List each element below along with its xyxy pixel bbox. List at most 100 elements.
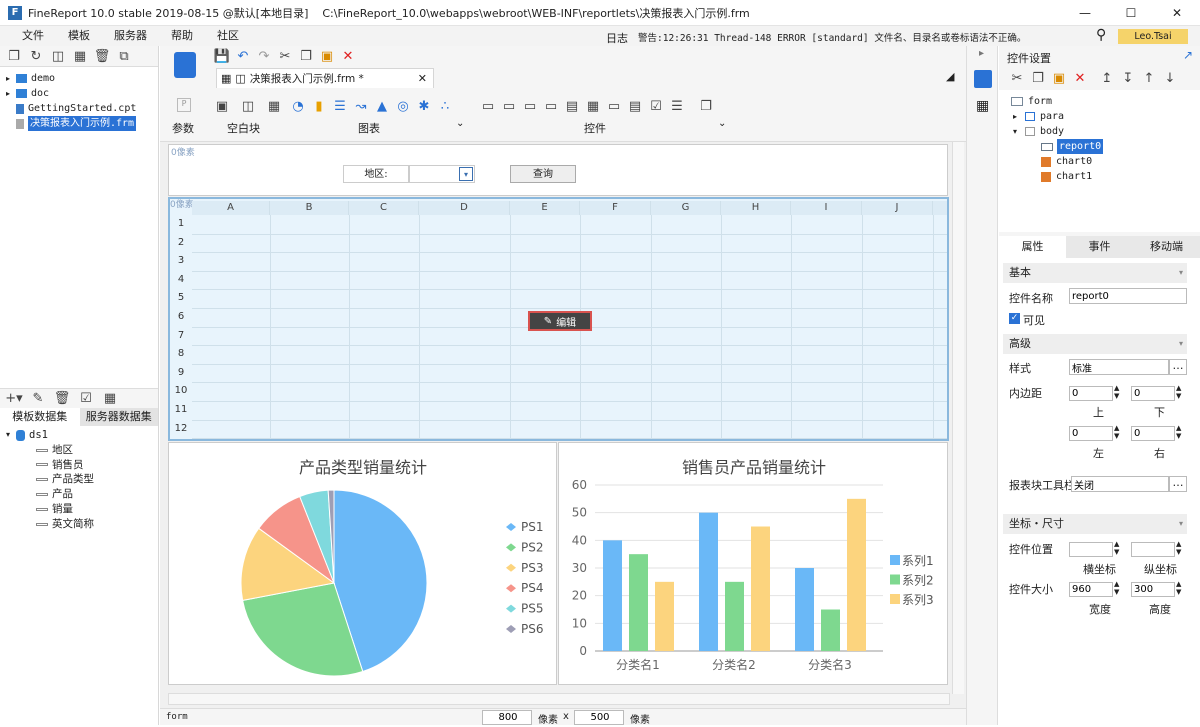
- height-field[interactable]: [574, 710, 624, 725]
- query-button[interactable]: 查询: [510, 165, 576, 183]
- combo-widget-icon[interactable]: ▭: [520, 96, 540, 116]
- padding-right-field[interactable]: [1131, 426, 1175, 441]
- pie-chart-icon[interactable]: ◔: [288, 96, 308, 116]
- section-basic[interactable]: 基本 ▾: [1003, 263, 1187, 283]
- move-down-icon[interactable]: ↓: [1160, 68, 1180, 88]
- spinner-icon[interactable]: ▲ ▼: [1114, 540, 1119, 556]
- menu-server[interactable]: 服务器: [102, 26, 159, 46]
- paste-icon[interactable]: ▣: [317, 46, 337, 66]
- radio-widget-icon[interactable]: ☰: [667, 96, 687, 116]
- tree-item-cpt[interactable]: GettingStarted.cpt: [6, 101, 158, 116]
- user-badge[interactable]: Leo.Tsai: [1118, 29, 1188, 44]
- tab-events[interactable]: 事件: [1066, 236, 1133, 258]
- tree-item-demo[interactable]: ▸ demo: [6, 71, 158, 86]
- delete-icon[interactable]: 🗑: [52, 389, 72, 409]
- padding-top-field[interactable]: [1069, 386, 1113, 401]
- height-field[interactable]: [1131, 582, 1175, 597]
- tab-properties[interactable]: 属性: [999, 236, 1066, 258]
- panel-pin-icon[interactable]: ↗: [1183, 48, 1193, 62]
- dataset-root[interactable]: ▾ ds1: [6, 428, 158, 443]
- new-file-icon[interactable]: ❐: [4, 46, 24, 66]
- list-widget-icon[interactable]: ▤: [562, 96, 582, 116]
- hbar-chart-icon[interactable]: ☰: [330, 96, 350, 116]
- close-tab-icon[interactable]: ✕: [418, 72, 427, 85]
- minimize-button[interactable]: —: [1062, 6, 1108, 20]
- toolbar-more-button[interactable]: …: [1169, 476, 1187, 492]
- spinner-icon[interactable]: ▲ ▼: [1114, 384, 1119, 400]
- bar-chart-icon[interactable]: ▮: [309, 96, 329, 116]
- gauge-chart-icon[interactable]: ◎: [393, 96, 413, 116]
- tree-node-chart1[interactable]: chart1: [1011, 169, 1200, 184]
- button-widget-icon[interactable]: ▭: [478, 96, 498, 116]
- export-icon[interactable]: ▦: [100, 389, 120, 409]
- scatter-chart-icon[interactable]: ∴: [435, 96, 455, 116]
- collapse-icon[interactable]: ⧉: [114, 46, 134, 66]
- style-field[interactable]: [1069, 359, 1169, 375]
- move-bottom-icon[interactable]: ↧: [1118, 68, 1138, 88]
- widget-settings-icon[interactable]: [974, 70, 992, 88]
- editor-tab[interactable]: ▦ ◫ 决策报表入门示例.frm * ✕: [216, 68, 434, 88]
- file-widget-icon[interactable]: ❐: [696, 96, 716, 116]
- tree-item-doc[interactable]: ▸ doc: [6, 86, 158, 101]
- tab-template-dataset[interactable]: 模板数据集: [0, 408, 80, 426]
- date-widget-icon[interactable]: ▭: [541, 96, 561, 116]
- field-item[interactable]: 地区: [6, 443, 158, 458]
- chart-more-icon[interactable]: ⌄: [456, 118, 464, 129]
- menu-template[interactable]: 模板: [56, 26, 102, 46]
- search-icon[interactable]: ⚲: [1096, 27, 1106, 43]
- field-item[interactable]: 产品: [6, 487, 158, 502]
- tab-menu-icon[interactable]: ◢: [946, 70, 954, 83]
- delete-icon[interactable]: ✕: [338, 46, 358, 66]
- para-area[interactable]: 0像素 地区: ▾ 查询: [168, 144, 948, 196]
- cut-icon[interactable]: ✂: [275, 46, 295, 66]
- menu-community[interactable]: 社区: [205, 26, 251, 46]
- x-position-field[interactable]: [1069, 542, 1113, 557]
- template-icon[interactable]: [174, 52, 196, 78]
- preview-icon[interactable]: ☑: [76, 389, 96, 409]
- horizontal-scrollbar[interactable]: [168, 693, 950, 705]
- field-item[interactable]: 英文简称: [6, 517, 158, 532]
- padding-bottom-field[interactable]: [1131, 386, 1175, 401]
- blank-split-icon[interactable]: ◫: [238, 96, 258, 116]
- width-field[interactable]: [1069, 582, 1113, 597]
- area-chart-icon[interactable]: ▲: [372, 96, 392, 116]
- refresh-icon[interactable]: ↻: [26, 46, 46, 66]
- table-widget-icon[interactable]: ▦: [583, 96, 603, 116]
- text-widget-icon[interactable]: ▭: [499, 96, 519, 116]
- save-icon[interactable]: 💾: [212, 46, 232, 66]
- style-more-button[interactable]: …: [1169, 359, 1187, 375]
- edit-icon[interactable]: ✎: [28, 389, 48, 409]
- width-field[interactable]: [482, 710, 532, 725]
- field-item[interactable]: 销售员: [6, 458, 158, 473]
- copy-icon[interactable]: ❐: [1028, 68, 1048, 88]
- section-coords[interactable]: 坐标・尺寸 ▾: [1003, 514, 1187, 534]
- move-up-icon[interactable]: ↑: [1139, 68, 1159, 88]
- delete-icon[interactable]: 🗑: [92, 46, 112, 66]
- delete-icon[interactable]: ✕: [1070, 68, 1090, 88]
- tree-node-body[interactable]: ▾ body: [1011, 124, 1200, 139]
- tree-item-frm[interactable]: 决策报表入门示例.frm: [6, 116, 158, 131]
- open-icon[interactable]: ◫: [48, 46, 68, 66]
- pie-chart-block[interactable]: 产品类型销量统计 PS1 PS2 PS3 PS4 PS5 PS6: [168, 442, 557, 685]
- bar-chart-block[interactable]: 销售员产品销量统计 0 10 20 30 40 50 60 分类名1 分类名2 分类名3 系列1 系列2…: [558, 442, 948, 685]
- spinner-icon[interactable]: ▲ ▼: [1176, 424, 1181, 440]
- tab-mobile[interactable]: 移动端: [1133, 236, 1200, 258]
- textarea-widget-icon[interactable]: ▤: [625, 96, 645, 116]
- report-block[interactable]: 0像素 ABCDEFGHIJ 1 2 3 4 5 6 7 8 9 10 11 12 ✎ 编辑: [168, 197, 949, 441]
- blank-block-icon[interactable]: ▣: [212, 96, 232, 116]
- expand-right-icon[interactable]: ▸: [979, 48, 984, 59]
- visible-checkbox[interactable]: ✓: [1009, 313, 1020, 324]
- close-button[interactable]: ✕: [1154, 6, 1200, 20]
- blank-grid-icon[interactable]: ▦: [264, 96, 284, 116]
- checkbox-widget-icon[interactable]: ☑: [646, 96, 666, 116]
- tree-node-report0[interactable]: report0: [1011, 139, 1200, 154]
- spinner-icon[interactable]: ▲ ▼: [1114, 424, 1119, 440]
- tree-node-para[interactable]: ▸ para: [1011, 109, 1200, 124]
- menu-file[interactable]: 文件: [10, 26, 56, 46]
- edit-button[interactable]: ✎ 编辑: [528, 311, 592, 331]
- region-combo[interactable]: ▾: [409, 165, 475, 183]
- y-position-field[interactable]: [1131, 542, 1175, 557]
- line-chart-icon[interactable]: ↝: [351, 96, 371, 116]
- spinner-icon[interactable]: ▲ ▼: [1176, 384, 1181, 400]
- spinner-icon[interactable]: ▲ ▼: [1176, 540, 1181, 556]
